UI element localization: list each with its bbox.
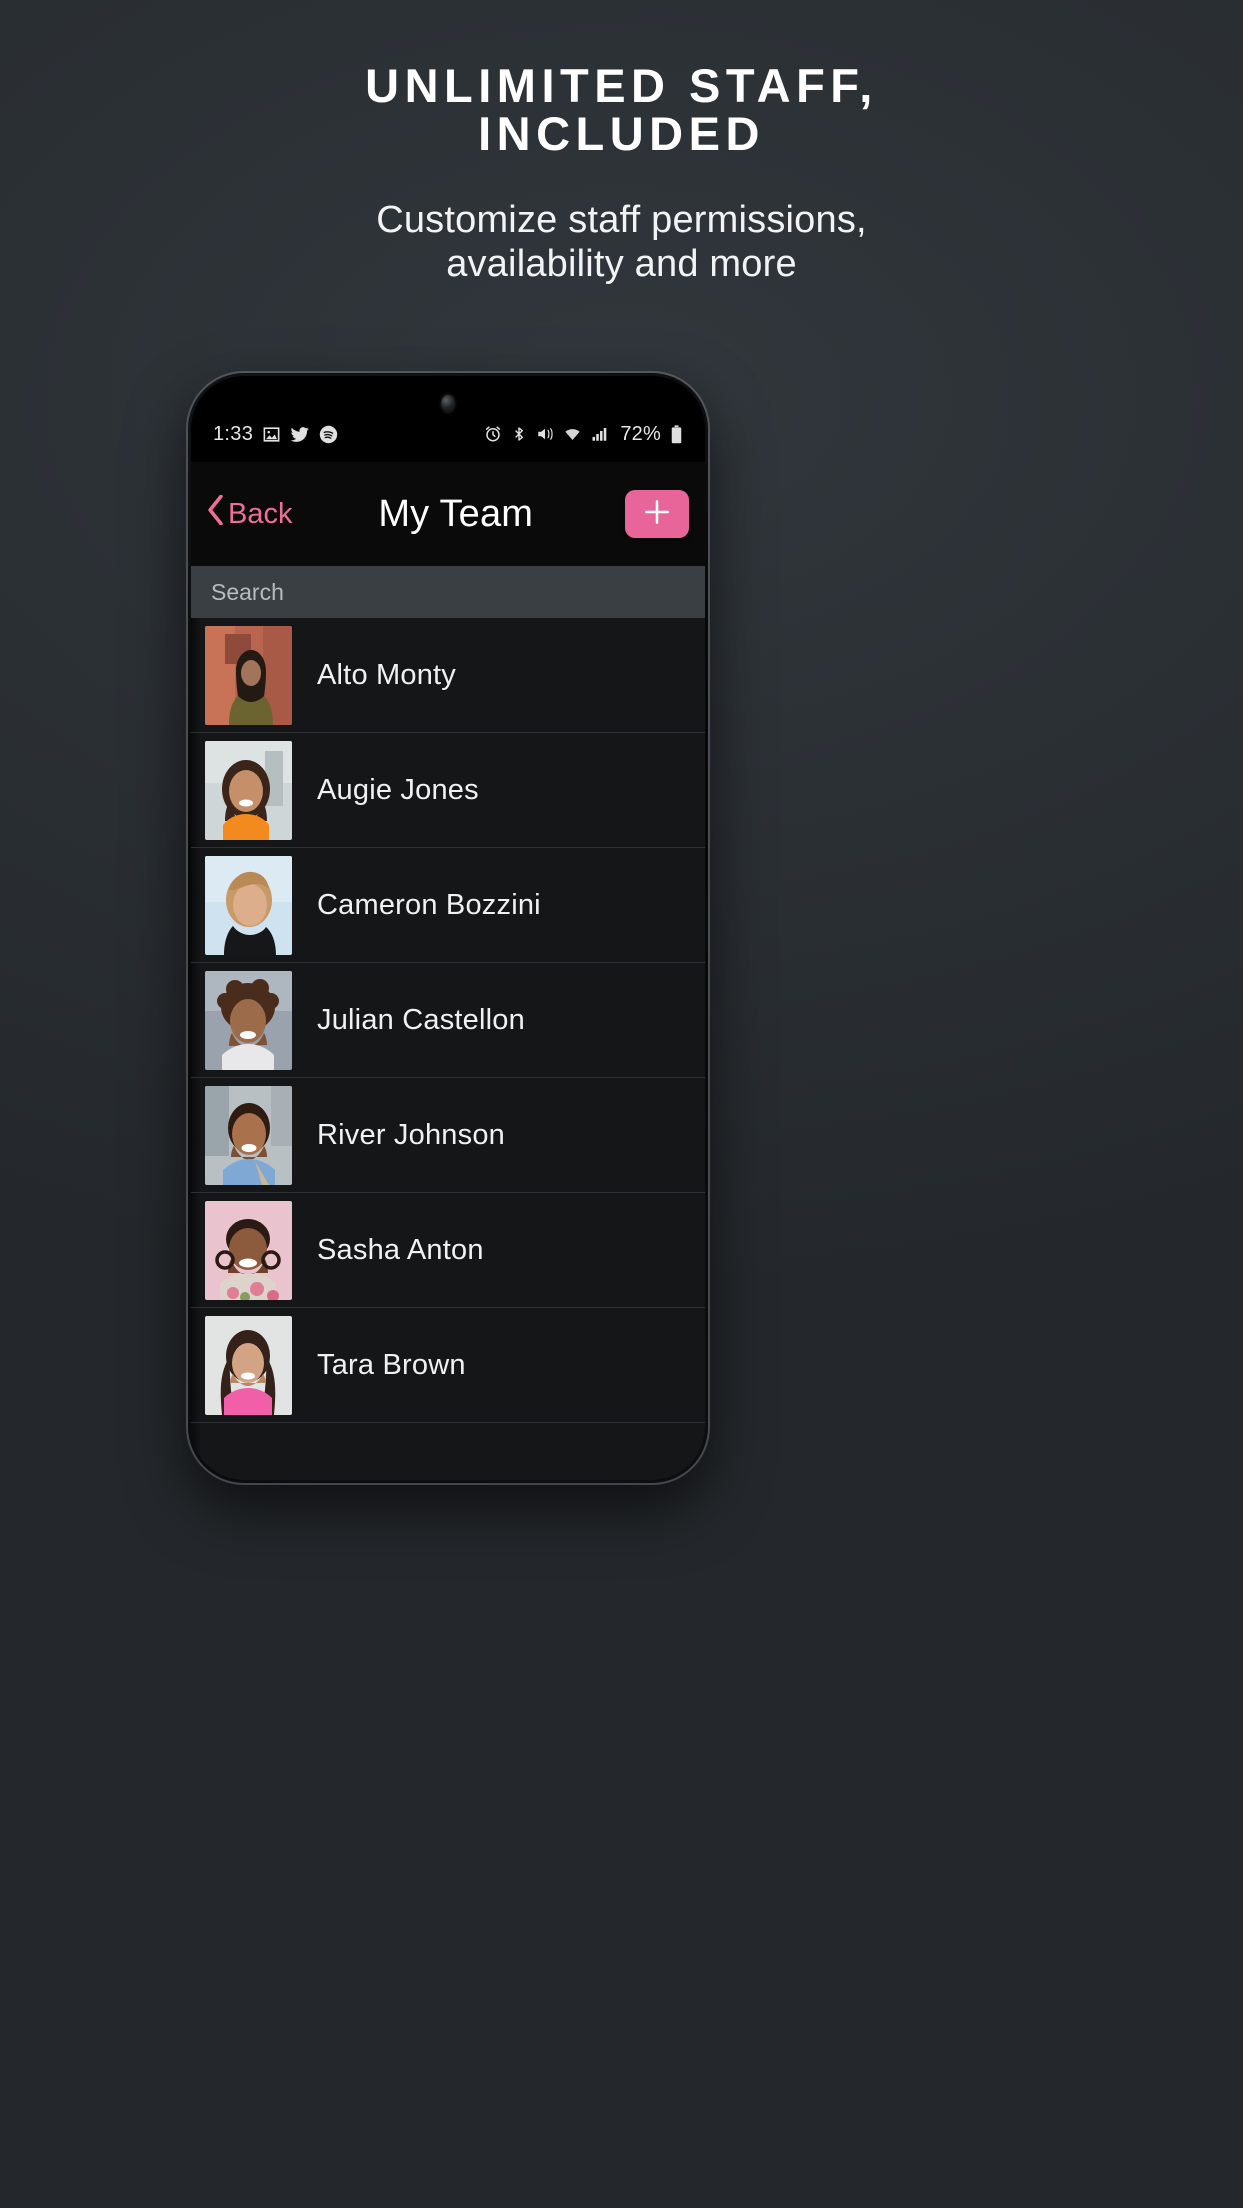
table-row[interactable]: Tara Brown	[191, 1308, 705, 1423]
battery-percent-label: 72%	[620, 422, 661, 445]
member-name: Cameron Bozzini	[317, 888, 541, 921]
promo-subtitle: Customize staff permissions, availabilit…	[0, 198, 1243, 287]
table-row[interactable]: River Johnson	[191, 1078, 705, 1193]
table-row[interactable]: Sasha Anton	[191, 1193, 705, 1308]
avatar	[205, 740, 292, 840]
promo-subtitle-line2: availability and more	[446, 243, 797, 286]
add-staff-button[interactable]	[625, 490, 689, 538]
avatar	[205, 625, 292, 725]
twitter-icon	[290, 425, 310, 444]
back-button[interactable]: Back	[207, 494, 293, 533]
cellular-signal-icon	[591, 425, 609, 443]
search-input[interactable]	[211, 566, 705, 618]
promo-screenshot: UNLIMITED STAFF, INCLUDED Customize staf…	[0, 0, 1243, 2208]
chevron-left-icon	[207, 494, 224, 533]
promo-header: UNLIMITED STAFF, INCLUDED Customize staf…	[0, 0, 1243, 287]
avatar	[205, 855, 292, 955]
status-bar-left: 1:33	[213, 423, 338, 446]
status-time: 1:33	[213, 422, 254, 445]
team-member-list[interactable]: Alto Monty Augie Jones Cameron Bozzini J…	[191, 618, 705, 1480]
avatar	[205, 1085, 292, 1185]
phone-mockup: 1:33 72% Back My Team Search Alto Monty …	[188, 373, 708, 1483]
wifi-icon	[563, 425, 582, 443]
navigation-bar: Back My Team	[191, 462, 705, 566]
avatar	[205, 970, 292, 1070]
battery-icon	[670, 424, 683, 444]
avatar	[205, 1315, 292, 1415]
back-button-label: Back	[228, 497, 293, 530]
table-row[interactable]: Augie Jones	[191, 733, 705, 848]
table-row[interactable]: Cameron Bozzini	[191, 848, 705, 963]
promo-subtitle-line1: Customize staff permissions,	[376, 198, 867, 241]
member-name: Alto Monty	[317, 658, 456, 691]
table-row[interactable]: Julian Castellon	[191, 963, 705, 1078]
front-camera-icon	[441, 395, 455, 412]
search-bar[interactable]	[191, 566, 705, 618]
status-bar-right: 72%	[484, 423, 683, 446]
member-name: Julian Castellon	[317, 1003, 525, 1036]
promo-title-line1: UNLIMITED STAFF,	[365, 59, 878, 112]
member-name: Sasha Anton	[317, 1233, 484, 1266]
table-row[interactable]: Alto Monty	[191, 618, 705, 733]
member-name: River Johnson	[317, 1118, 505, 1151]
photo-icon	[262, 425, 281, 444]
alarm-icon	[484, 425, 502, 443]
avatar	[205, 1200, 292, 1300]
phone-screen: 1:33 72% Back My Team Search Alto Monty …	[191, 376, 705, 1480]
screen-title: My Team	[378, 492, 534, 535]
bluetooth-icon	[511, 425, 527, 443]
spotify-icon	[319, 425, 338, 444]
promo-title-line2: INCLUDED	[478, 106, 765, 160]
page-title: UNLIMITED STAFF, INCLUDED	[0, 62, 1243, 158]
member-name: Tara Brown	[317, 1348, 466, 1381]
member-name: Augie Jones	[317, 773, 479, 806]
status-bar: 1:33 72%	[191, 418, 705, 450]
plus-icon	[641, 496, 673, 533]
mute-vibrate-icon	[536, 425, 554, 443]
